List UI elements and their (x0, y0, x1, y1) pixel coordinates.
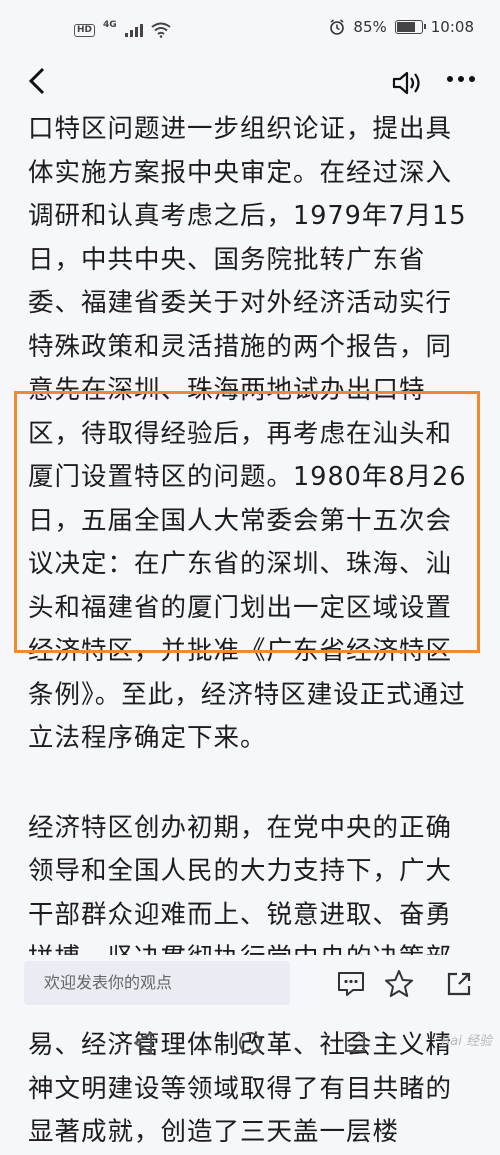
star-icon[interactable] (382, 967, 416, 1001)
speaker-icon[interactable] (392, 70, 422, 100)
back-triangle-icon[interactable] (132, 1031, 154, 1059)
recents-square-icon[interactable] (344, 1031, 366, 1057)
battery-percent: 85% (353, 18, 387, 36)
system-nav-bar (0, 1019, 500, 1070)
comment-input[interactable]: 欢迎发表你的观点 (24, 961, 290, 1005)
comment-bar: 欢迎发表你的观点 (0, 955, 500, 1019)
status-bar: HD 4G 85% 10:08 (0, 0, 500, 60)
status-left: HD 4G (74, 20, 171, 38)
chevron-left-icon[interactable] (28, 66, 46, 102)
home-circle-icon[interactable] (238, 1031, 262, 1059)
battery-icon (394, 20, 426, 34)
hd-badge: HD (74, 23, 96, 37)
comment-icon[interactable] (334, 967, 368, 1001)
status-right: 85% 10:08 (329, 18, 474, 36)
signal-icon (124, 23, 143, 37)
alarm-icon (330, 19, 345, 35)
top-nav-bar (0, 60, 500, 110)
share-icon[interactable] (442, 967, 476, 1001)
watermark: Bai 经验 (441, 1034, 492, 1049)
clock: 10:08 (430, 18, 474, 36)
article-paragraph-1: 口特区问题进一步组织论证，提出具体实施方案报中央审定。在经过深入调研和认真考虑之… (28, 114, 467, 753)
wifi-icon (151, 22, 171, 38)
network-label: 4G (103, 20, 117, 30)
more-dots-icon[interactable] (446, 64, 476, 101)
